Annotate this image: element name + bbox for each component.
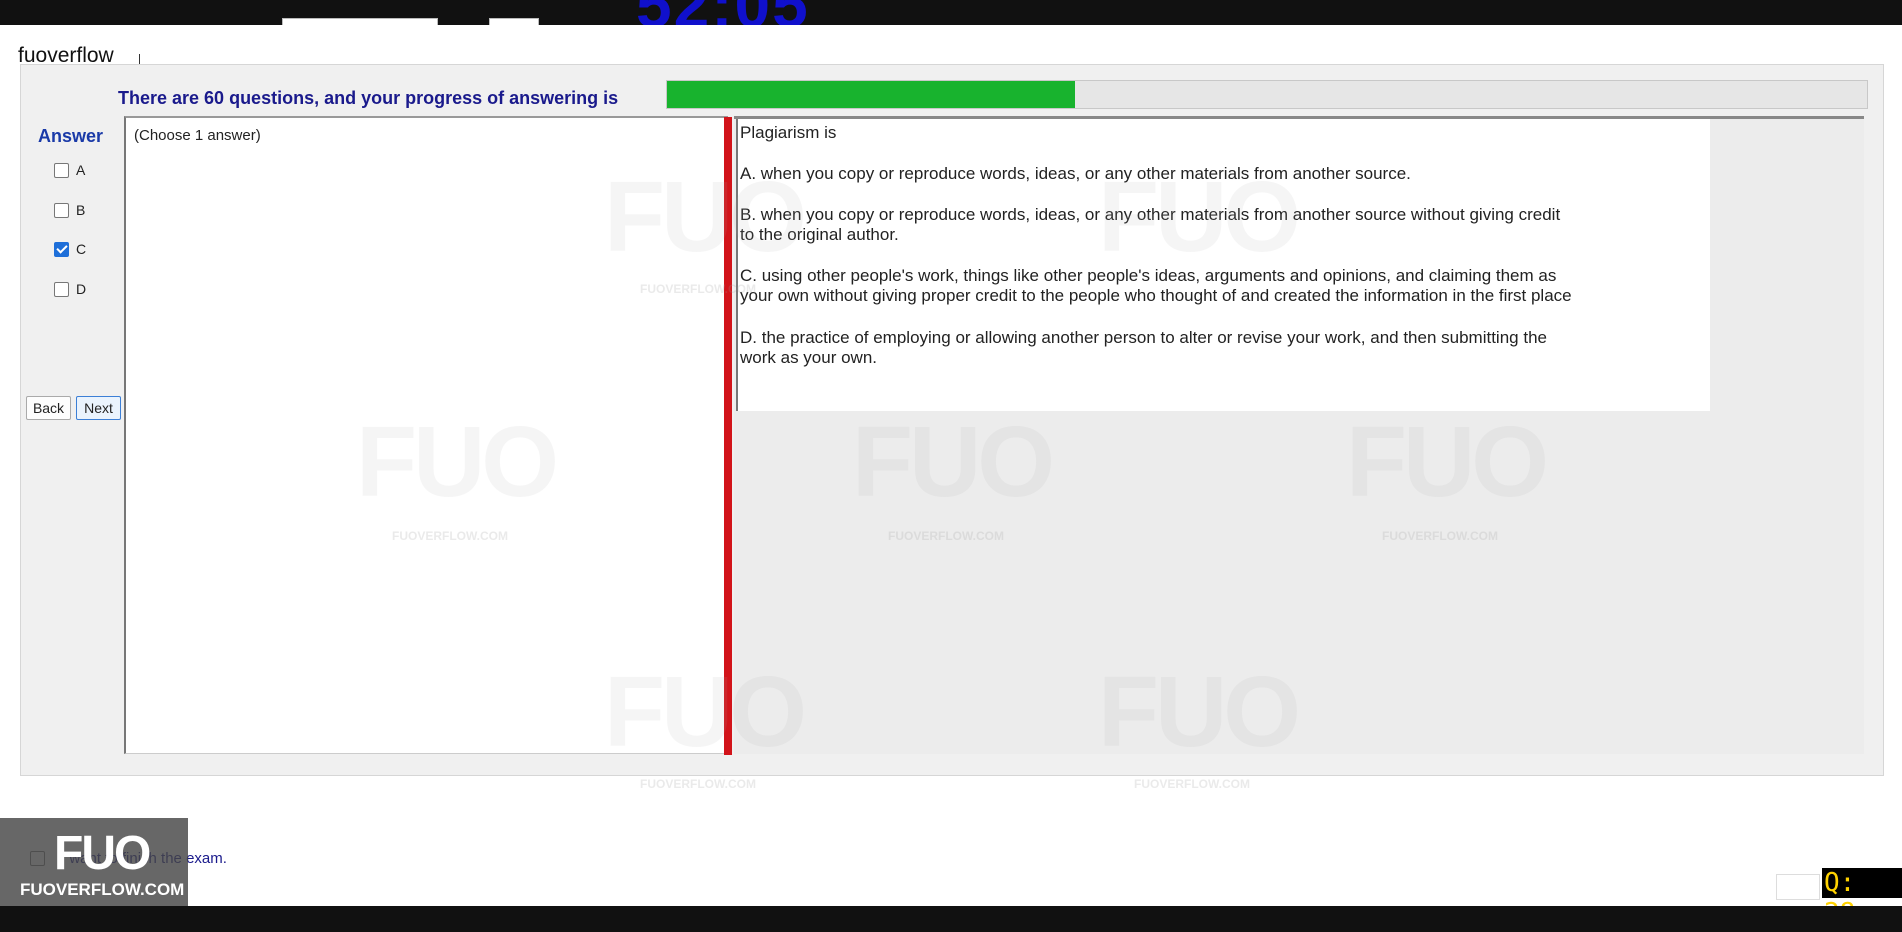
watermark-text: FUOVERFLOW.COM	[1134, 777, 1250, 791]
status-field	[1776, 874, 1820, 900]
question-option-a: A. when you copy or reproduce words, ide…	[740, 164, 1411, 183]
answer-option-label: B	[76, 202, 86, 218]
checkbox-icon[interactable]	[54, 162, 69, 178]
next-button[interactable]: Next	[76, 396, 121, 420]
question-option-d: D. the practice of employing or allowing…	[740, 328, 1547, 347]
question-option-c-cont: your own without giving proper credit to…	[740, 286, 1572, 305]
top-field-2	[489, 18, 539, 25]
checkbox-icon[interactable]	[54, 281, 69, 297]
question-option-c: C. using other people's work, things lik…	[740, 266, 1557, 285]
fuoverflow-logo: FUO FUOVERFLOW.COM	[0, 818, 188, 906]
checkbox-icon[interactable]	[54, 241, 69, 257]
question-option-d-cont: work as your own.	[740, 348, 877, 367]
progress-bar	[666, 80, 1868, 109]
answer-option-d[interactable]: D	[54, 279, 86, 299]
exam-timer: 52:05	[636, 0, 810, 25]
answer-panel: (Choose 1 answer)	[124, 116, 728, 754]
answer-option-c[interactable]: C	[54, 239, 86, 259]
answer-option-label: D	[76, 281, 87, 297]
top-field-1	[282, 18, 438, 25]
checkbox-icon[interactable]	[54, 202, 69, 218]
progress-text: There are 60 questions, and your progres…	[118, 88, 619, 108]
answer-option-b[interactable]: B	[54, 200, 85, 220]
top-bar: 52:05	[0, 0, 1902, 25]
logo-text: FUOVERFLOW.COM	[20, 880, 185, 899]
progress-fill	[667, 81, 1075, 108]
choose-instruction: (Choose 1 answer)	[134, 127, 261, 144]
question-option-b-cont: to the original author.	[740, 225, 899, 244]
panel-splitter[interactable]	[724, 117, 732, 755]
question-counter: Q: 28	[1822, 868, 1902, 928]
answer-option-label: A	[76, 162, 86, 178]
question-stem: Plagiarism is	[740, 123, 837, 142]
logo-mark: FUO	[54, 827, 151, 880]
answer-title: Answer	[38, 126, 104, 146]
question-option-b: B. when you copy or reproduce words, ide…	[740, 205, 1561, 224]
answer-option-label: C	[76, 241, 87, 257]
answer-option-a[interactable]: A	[54, 160, 85, 180]
question-panel: Plagiarism is A. when you copy or reprod…	[736, 119, 1710, 411]
watermark-text: FUOVERFLOW.COM	[640, 777, 756, 791]
back-button[interactable]: Back	[26, 396, 71, 420]
bottom-bar	[0, 906, 1902, 932]
